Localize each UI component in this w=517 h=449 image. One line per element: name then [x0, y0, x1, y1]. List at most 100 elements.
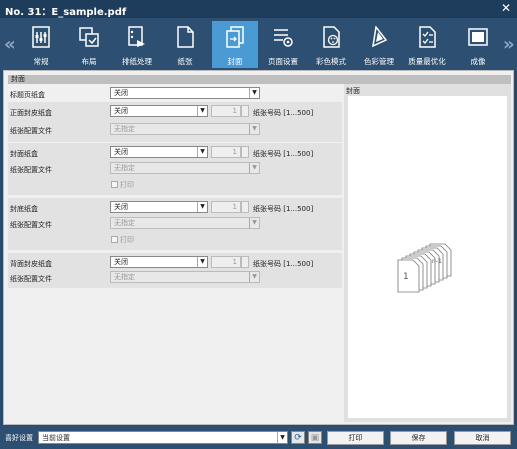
page-range-label: 纸张号码 [1...500]	[253, 150, 314, 158]
page-settings-icon	[274, 29, 293, 47]
cover-tray-page-number[interactable]: 1	[211, 146, 241, 158]
page-range-label: 纸张号码 [1...500]	[253, 109, 314, 117]
rear-cover-page-number[interactable]: 1	[211, 256, 241, 268]
favorites-label: 喜好设置	[5, 434, 33, 442]
title-tray-select[interactable]: 关闭 ▼	[110, 87, 260, 99]
tab-label: 纸张	[177, 57, 193, 66]
back-cover-page-number[interactable]: 1	[211, 201, 241, 213]
tab-label: 成像	[470, 57, 486, 66]
imaging-icon	[468, 28, 488, 46]
rear-cover-profile-select[interactable]: 无指定 ▼	[110, 271, 260, 283]
paper-icon	[177, 26, 194, 48]
checkbox-label: 打印	[120, 236, 134, 244]
tab-cover[interactable]: 封面	[212, 21, 258, 68]
cover-tray-profile-select[interactable]: 无指定 ▼	[110, 162, 260, 174]
layout-icon	[79, 27, 99, 47]
tab-label: 布局	[81, 57, 97, 66]
refresh-icon: ⟳	[294, 433, 302, 443]
cover-print-checkbox[interactable]: 打印	[111, 180, 134, 190]
close-icon[interactable]: ✕	[501, 1, 511, 15]
chevron-down-icon: ▼	[249, 88, 259, 98]
title-tray-label: 标题页纸盒	[10, 91, 45, 99]
window-title: No. 31：E_sample.pdf	[5, 7, 127, 18]
tab-color-management[interactable]: 色彩管理	[356, 21, 402, 68]
scroll-right-icon[interactable]: »	[503, 34, 515, 55]
rear-cover-select[interactable]: 关闭 ▼	[110, 256, 208, 268]
spinner-icon[interactable]	[241, 201, 249, 213]
page-stack-illustration: 1 n-1	[397, 243, 452, 293]
paper-profile-label: 纸张配置文件	[10, 221, 52, 229]
tab-page-settings[interactable]: 页面设置	[260, 21, 306, 68]
tab-quality[interactable]: 质量最优化	[404, 21, 450, 68]
first-page-number: 1	[403, 272, 409, 282]
tab-label: 常规	[33, 57, 49, 66]
select-value: 无指定	[114, 273, 135, 281]
back-cover-print-checkbox[interactable]: 打印	[111, 235, 134, 245]
chevron-down-icon: ▼	[249, 272, 259, 282]
tab-color-mode[interactable]: 彩色模式	[308, 21, 354, 68]
spinner-icon[interactable]	[241, 146, 249, 158]
back-cover-select[interactable]: 关闭 ▼	[110, 201, 208, 213]
chevron-down-icon: ▼	[277, 432, 287, 443]
select-value: 无指定	[114, 125, 135, 133]
tab-label: 封面	[227, 57, 243, 66]
cover-tray-select[interactable]: 关闭 ▼	[110, 146, 208, 158]
paper-profile-label: 纸张配置文件	[10, 166, 52, 174]
tab-paper[interactable]: 纸张	[162, 21, 208, 68]
chevron-down-icon: ▼	[197, 147, 207, 157]
select-value: 无指定	[114, 219, 135, 227]
title-bar: No. 31：E_sample.pdf ✕	[0, 0, 517, 18]
tab-label: 质量最优化	[408, 57, 446, 66]
checkbox-label: 打印	[120, 181, 134, 189]
tab-imaging[interactable]: 成像	[455, 21, 501, 68]
select-value: 关闭	[114, 107, 128, 115]
checkbox-icon	[111, 181, 118, 188]
front-cover-profile-select[interactable]: 无指定 ▼	[110, 123, 260, 135]
save-favorite-button[interactable]: ▣	[308, 431, 322, 444]
select-value: 关闭	[114, 258, 128, 266]
rear-cover-label: 背面封皮纸盒	[10, 260, 52, 268]
chevron-down-icon: ▼	[197, 257, 207, 267]
last-page-number: n-1	[432, 258, 442, 265]
cover-preview-panel: 封面 1 n-1	[344, 84, 511, 422]
tab-layout[interactable]: 布局	[66, 21, 112, 68]
scroll-left-icon[interactable]: «	[4, 34, 16, 55]
tab-general[interactable]: 常规	[18, 21, 64, 68]
cover-icon	[226, 26, 244, 48]
chevron-down-icon: ▼	[197, 202, 207, 212]
back-cover-profile-select[interactable]: 无指定 ▼	[110, 217, 260, 229]
back-cover-label: 封底纸盒	[10, 205, 38, 213]
select-value: 当前设置	[42, 434, 70, 442]
page-range-label: 纸张号码 [1...500]	[253, 260, 314, 268]
color-mode-icon	[323, 26, 340, 48]
checkbox-icon	[111, 236, 118, 243]
preview-canvas: 1 n-1	[348, 96, 507, 418]
select-value: 无指定	[114, 164, 135, 172]
tab-label: 页面设置	[268, 57, 298, 66]
spinner-icon[interactable]	[241, 256, 249, 268]
tab-label: 排纸处理	[122, 57, 152, 66]
quality-icon	[419, 26, 436, 48]
front-cover-page-number[interactable]: 1	[211, 105, 241, 117]
chevron-down-icon: ▼	[197, 106, 207, 116]
select-value: 关闭	[114, 148, 128, 156]
front-cover-select[interactable]: 关闭 ▼	[110, 105, 208, 117]
favorites-select[interactable]: 当前设置 ▼	[38, 431, 288, 444]
refresh-button[interactable]: ⟳	[291, 431, 305, 444]
print-button[interactable]: 打印	[327, 431, 384, 445]
color-management-icon	[372, 26, 388, 48]
chevron-down-icon: ▼	[249, 218, 259, 228]
page-range-label: 纸张号码 [1...500]	[253, 205, 314, 213]
tab-label: 色彩管理	[364, 57, 394, 66]
save-button[interactable]: 保存	[390, 431, 447, 445]
cover-settings-panel: 封面 标题页纸盒 关闭 ▼ 正面封皮纸盒 关闭 ▼ 1 纸张号码 [1...50…	[3, 70, 514, 425]
cancel-button[interactable]: 取消	[454, 431, 511, 445]
preview-title: 封面	[346, 87, 360, 95]
tab-toolbar: « » 常规 布局 排纸处理 纸张 封面 页面设置 彩色模式 色彩管理 质量最优…	[0, 18, 517, 70]
paper-profile-label: 纸张配置文件	[10, 275, 52, 283]
disk-icon: ▣	[310, 433, 320, 443]
front-cover-label: 正面封皮纸盒	[10, 109, 52, 117]
spinner-icon[interactable]	[241, 105, 249, 117]
chevron-down-icon: ▼	[249, 124, 259, 134]
tab-finishing[interactable]: 排纸处理	[114, 21, 160, 68]
